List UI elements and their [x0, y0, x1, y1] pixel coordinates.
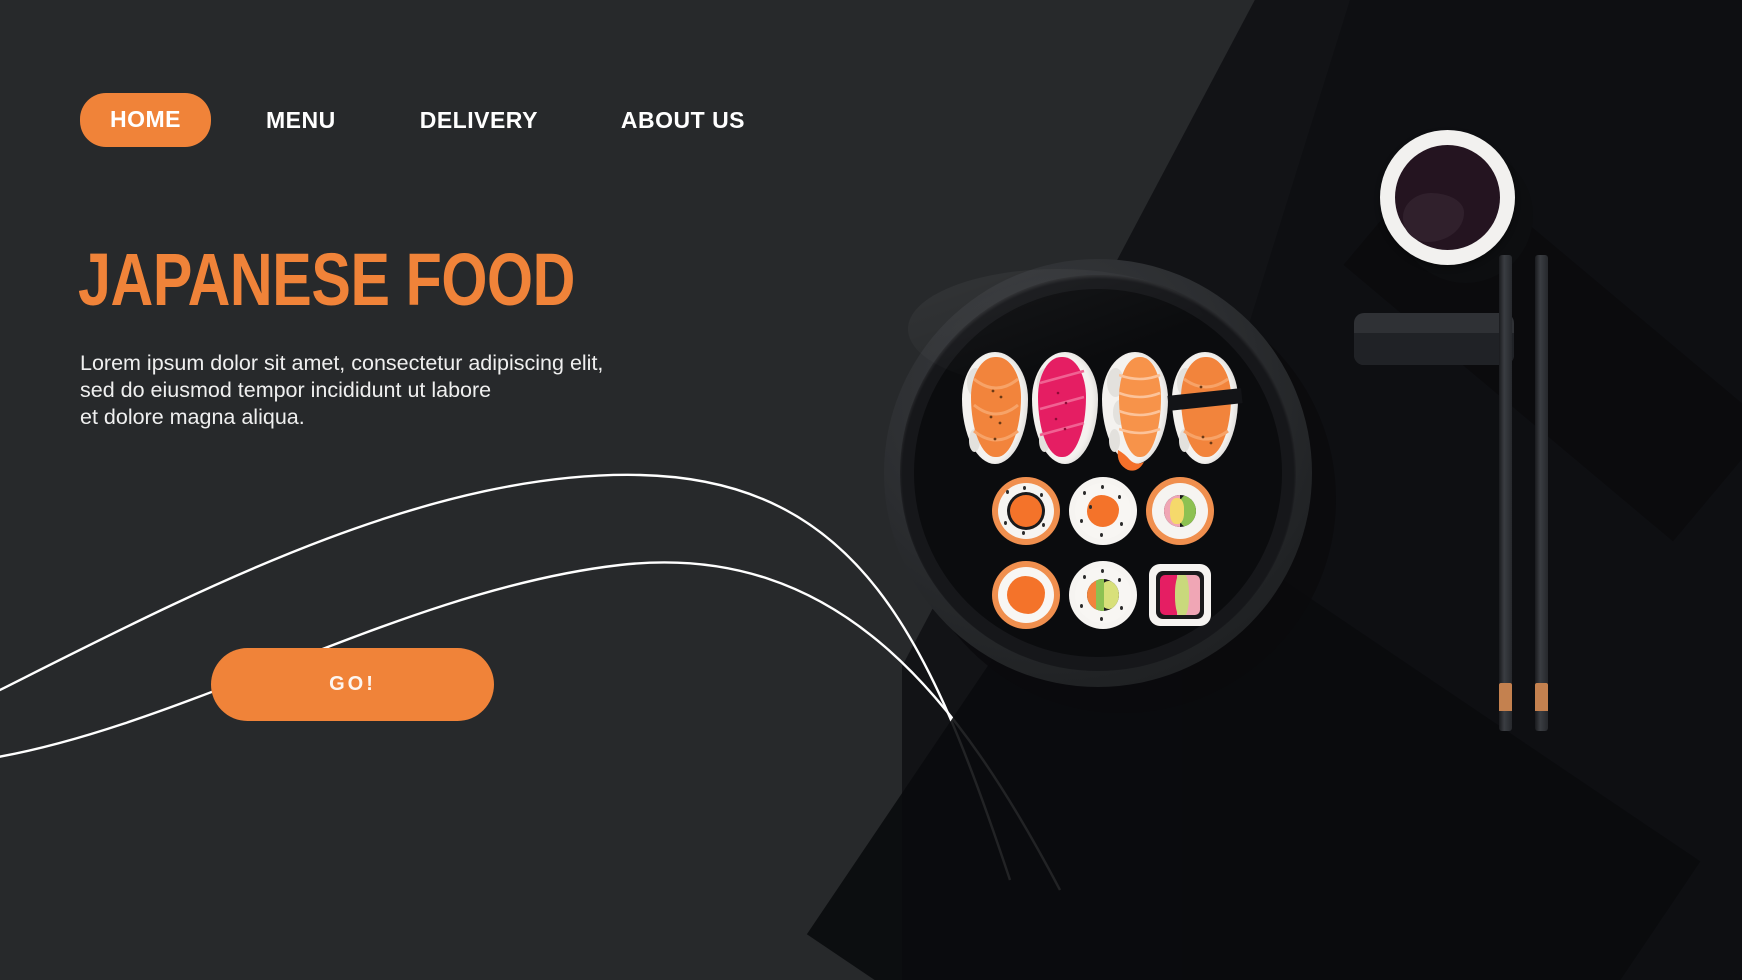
avocado-maki [1069, 561, 1137, 629]
salmon-nori-nigiri [1167, 352, 1243, 464]
salmon-roe-maki [992, 477, 1060, 545]
tuna-topping [1038, 357, 1086, 457]
salmon-nigiri [962, 352, 1028, 464]
main-navigation: HOME MENU DELIVERY ABOUT US [80, 93, 745, 147]
vegetable-maki [1146, 477, 1214, 545]
go-button[interactable]: GO! [211, 648, 494, 721]
shrimp-tail [1117, 450, 1144, 471]
tuna-square-maki [1149, 564, 1211, 626]
page-title: JAPANESE FOOD [78, 238, 575, 321]
tuna-nigiri [1032, 352, 1098, 464]
nav-item-delivery[interactable]: DELIVERY [420, 107, 538, 134]
soy-sauce [1395, 145, 1500, 250]
shrimp-topping [1119, 357, 1161, 457]
roe-maki [992, 561, 1060, 629]
chopsticks-pair [1354, 255, 1640, 731]
nav-item-about-us[interactable]: ABOUT US [621, 107, 745, 134]
chopstick-tip [1535, 683, 1548, 731]
hero-description: Lorem ipsum dolor sit amet, consectetur … [80, 350, 603, 431]
maki-filling [1160, 575, 1200, 615]
sesame-rice-maki [1069, 477, 1137, 545]
nav-item-menu[interactable]: MENU [266, 107, 336, 134]
maki-filling [1010, 495, 1042, 527]
chopstick-tip [1499, 683, 1512, 731]
hero-description-line-2: sed do eiusmod tempor incididunt ut labo… [80, 378, 492, 402]
landing-page: HOME MENU DELIVERY ABOUT US JAPANESE FOO… [0, 0, 1742, 980]
chopstick-rest [1354, 313, 1514, 365]
soy-sauce-bowl [1380, 130, 1515, 265]
shrimp-nigiri [1102, 352, 1168, 471]
hero-description-line-3: et dolore magna aliqua. [80, 405, 305, 429]
nav-item-home[interactable]: HOME [80, 93, 211, 147]
hero-description-line-1: Lorem ipsum dolor sit amet, consectetur … [80, 351, 604, 375]
salmon-topping [971, 357, 1021, 457]
chopstick-left [1499, 255, 1512, 731]
chopstick-right [1535, 255, 1548, 731]
maki-filling [1164, 495, 1196, 527]
maki-filling [1007, 576, 1045, 614]
maki-filling [1087, 579, 1119, 611]
